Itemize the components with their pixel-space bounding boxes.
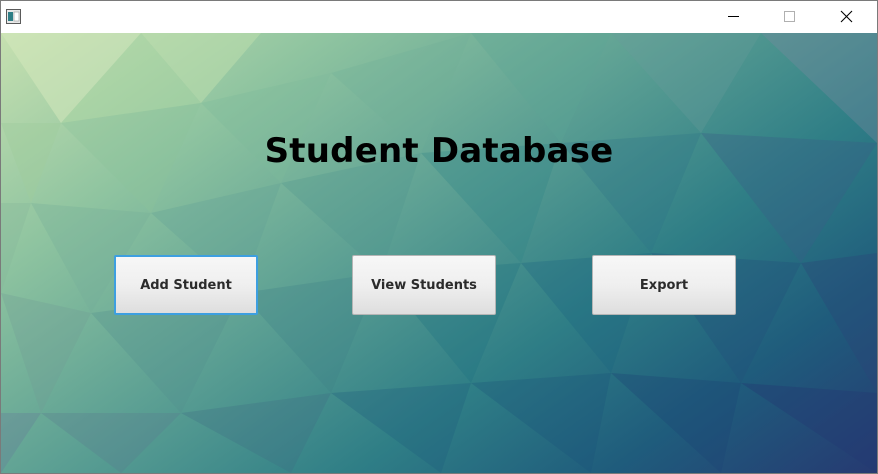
export-button[interactable]: Export — [592, 255, 736, 315]
page-title: Student Database — [264, 131, 614, 171]
low-poly-background — [1, 33, 877, 473]
close-icon — [840, 10, 853, 23]
main-content: Student Database Add Student View Studen… — [1, 33, 877, 473]
minimize-button[interactable] — [710, 1, 756, 33]
app-icon — [6, 9, 21, 24]
add-student-button[interactable]: Add Student — [114, 255, 258, 315]
title-bar[interactable] — [1, 1, 877, 33]
maximize-icon — [784, 11, 795, 22]
minimize-icon — [728, 16, 739, 17]
app-window: Student Database Add Student View Studen… — [0, 0, 878, 474]
close-button[interactable] — [823, 1, 869, 33]
maximize-button[interactable] — [766, 1, 812, 33]
view-students-button[interactable]: View Students — [352, 255, 496, 315]
